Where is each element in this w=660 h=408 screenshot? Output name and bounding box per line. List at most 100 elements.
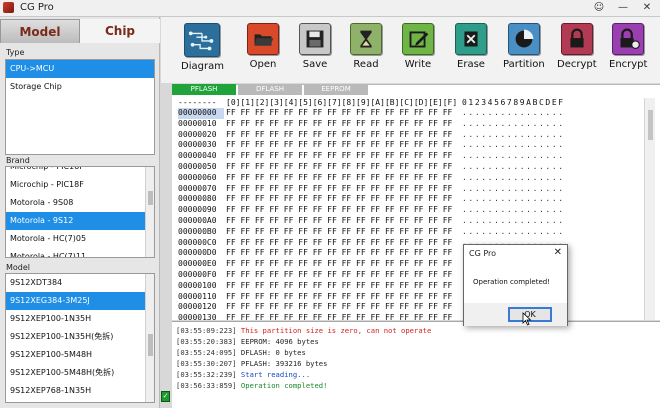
toolbar: Diagram Open Save Read Write Erase Parti… bbox=[161, 17, 660, 83]
list-item[interactable]: Microchip - PIC18F bbox=[6, 176, 154, 194]
list-item[interactable]: Motorola - HC(7)05 bbox=[6, 230, 154, 248]
write-button[interactable]: Write bbox=[402, 23, 434, 70]
dialog-footer: OK bbox=[464, 303, 567, 326]
partition-button[interactable]: Partition bbox=[503, 23, 545, 70]
list-item[interactable]: 9S12XEP100-1N35H(免拆) bbox=[6, 328, 154, 346]
minimize-button[interactable]: — bbox=[614, 1, 632, 15]
hex-byte-row[interactable]: FF FF FF FF FF FF FF FF FF FF FF FF FF F… bbox=[226, 194, 452, 205]
brand-scrollbar[interactable] bbox=[145, 167, 154, 257]
list-item[interactable]: Microchip - PIC16F bbox=[6, 167, 154, 176]
tab-eeprom[interactable]: EEPROM bbox=[304, 84, 368, 95]
hex-byte-row[interactable]: FF FF FF FF FF FF FF FF FF FF FF FF FF F… bbox=[226, 281, 452, 292]
hex-byte-row[interactable]: FF FF FF FF FF FF FF FF FF FF FF FF FF F… bbox=[226, 108, 452, 119]
table-row: 00000040 bbox=[178, 151, 224, 162]
close-button[interactable]: ✕ bbox=[638, 1, 656, 15]
user-icon[interactable]: ☺ bbox=[590, 1, 608, 15]
log-line: [03:56:33:859] Operation completed! bbox=[176, 380, 656, 391]
ascii-row: ................ bbox=[462, 172, 565, 182]
list-item[interactable]: 9S12XEP768-1N35H bbox=[6, 382, 154, 400]
list-item[interactable]: Motorola - HC(7)11 bbox=[6, 248, 154, 257]
ascii-row: ................ bbox=[462, 129, 565, 139]
log-line: [03:55:09:223] This partition size is ze… bbox=[176, 325, 656, 336]
tab-model[interactable]: Model bbox=[0, 19, 80, 43]
tab-pflash[interactable]: PFLASH bbox=[172, 84, 236, 95]
hex-byte-row[interactable]: FF FF FF FF FF FF FF FF FF FF FF FF FF F… bbox=[226, 173, 452, 184]
hex-byte-row[interactable]: FF FF FF FF FF FF FF FF FF FF FF FF FF F… bbox=[226, 205, 452, 216]
dialog-close-icon[interactable]: ✕ bbox=[554, 247, 562, 258]
table-row: 00000000 bbox=[178, 108, 224, 119]
hex-byte-row[interactable]: FF FF FF FF FF FF FF FF FF FF FF FF FF F… bbox=[226, 259, 452, 270]
hex-byte-row[interactable]: FF FF FF FF FF FF FF FF FF FF FF FF FF F… bbox=[226, 162, 452, 173]
list-item[interactable]: 9S12XEG384-3M25J bbox=[6, 292, 154, 310]
hex-byte-row[interactable]: FF FF FF FF FF FF FF FF FF FF FF FF FF F… bbox=[226, 292, 452, 303]
save-button[interactable]: Save bbox=[299, 23, 331, 70]
hex-scrollbar[interactable] bbox=[644, 98, 655, 320]
list-item[interactable]: 9S12XEP100-5M48H(免拆) bbox=[6, 364, 154, 382]
diagram-label: Diagram bbox=[181, 61, 224, 72]
model-list[interactable]: 9S12XDT384 9S12XEG384-3M25J 9S12XEP100-1… bbox=[5, 273, 155, 403]
ascii-row: ................ bbox=[462, 140, 565, 150]
list-item[interactable]: 9S12XEP100-1N35H bbox=[6, 310, 154, 328]
log-line: [03:55:30:207] PFLASH: 393216 bytes bbox=[176, 358, 656, 369]
tab-dflash[interactable]: DFLASH bbox=[238, 84, 302, 95]
encrypt-button[interactable]: Encrypt bbox=[609, 23, 647, 70]
hex-byte-row[interactable]: FF FF FF FF FF FF FF FF FF FF FF FF FF F… bbox=[226, 270, 452, 281]
list-item[interactable]: Motorola - 9S12 bbox=[6, 212, 154, 230]
type-label: Type bbox=[6, 48, 25, 57]
type-list[interactable]: CPU->MCU Storage Chip bbox=[5, 59, 155, 155]
log-message: PFLASH: 393216 bytes bbox=[240, 359, 328, 368]
log-line: [03:55:20:383] EEPROM: 4096 bytes bbox=[176, 336, 656, 347]
encrypt-label: Encrypt bbox=[609, 59, 648, 70]
ascii-row: ................ bbox=[462, 118, 565, 128]
ascii-row: ................ bbox=[462, 205, 565, 215]
model-scrollbar[interactable] bbox=[145, 274, 154, 402]
hex-byte-row[interactable]: FF FF FF FF FF FF FF FF FF FF FF FF FF F… bbox=[226, 216, 452, 227]
erase-button[interactable]: Erase bbox=[455, 23, 487, 70]
read-button[interactable]: Read bbox=[350, 23, 382, 70]
table-row: 000000F0 bbox=[178, 270, 224, 281]
scroll-thumb[interactable] bbox=[648, 110, 653, 140]
edit-pencil-icon bbox=[402, 23, 434, 55]
scroll-thumb[interactable] bbox=[148, 191, 153, 205]
hex-byte-row[interactable]: FF FF FF FF FF FF FF FF FF FF FF FF FF F… bbox=[226, 184, 452, 195]
save-label: Save bbox=[302, 59, 328, 70]
list-item[interactable]: Storage Chip bbox=[6, 78, 154, 96]
hex-byte-row[interactable]: FF FF FF FF FF FF FF FF FF FF FF FF FF F… bbox=[226, 302, 452, 313]
hex-address: 00000000 bbox=[178, 108, 224, 119]
table-row: 00000020 bbox=[178, 130, 224, 141]
hex-byte-row[interactable]: FF FF FF FF FF FF FF FF FF FF FF FF FF F… bbox=[226, 130, 452, 141]
log-message: This partition size is zero, can not ope… bbox=[240, 326, 432, 335]
brand-list[interactable]: Microchip - PIC16F Microchip - PIC18F Mo… bbox=[5, 166, 155, 258]
ascii-row: ................ bbox=[462, 183, 565, 193]
table-row: 00000030 bbox=[178, 140, 224, 151]
list-item[interactable]: 9S12XEP100-5M48H bbox=[6, 346, 154, 364]
open-button[interactable]: Open bbox=[247, 23, 279, 70]
hex-address: 000000C0 bbox=[178, 237, 217, 247]
open-label: Open bbox=[249, 59, 277, 70]
diagram-button[interactable]: Diagram bbox=[181, 23, 224, 72]
list-item[interactable]: Motorola - 9S08 bbox=[6, 194, 154, 212]
list-item[interactable]: CPU->MCU bbox=[6, 60, 154, 78]
hex-byte-row[interactable]: FF FF FF FF FF FF FF FF FF FF FF FF FF F… bbox=[226, 248, 452, 259]
scroll-thumb[interactable] bbox=[148, 334, 153, 356]
hex-byte-row[interactable]: FF FF FF FF FF FF FF FF FF FF FF FF FF F… bbox=[226, 227, 452, 238]
hex-bytes[interactable]: FF FF FF FF FF FF FF FF FF FF FF FF FF F… bbox=[226, 108, 452, 324]
table-row: 000000E0 bbox=[178, 259, 224, 270]
hex-byte-row[interactable]: FF FF FF FF FF FF FF FF FF FF FF FF FF F… bbox=[226, 140, 452, 151]
hex-byte-row[interactable]: FF FF FF FF FF FF FF FF FF FF FF FF FF F… bbox=[226, 238, 452, 249]
table-row: 000000A0 bbox=[178, 216, 224, 227]
dialog-title: CG Pro bbox=[469, 249, 497, 258]
decrypt-button[interactable]: Decrypt bbox=[557, 23, 597, 70]
ascii-column-header: 0123456789ABCDEF bbox=[462, 98, 565, 107]
tab-chip[interactable]: Chip bbox=[80, 19, 160, 43]
list-item[interactable]: 9S12XDT384 bbox=[6, 274, 154, 292]
hex-byte-row[interactable]: FF FF FF FF FF FF FF FF FF FF FF FF FF F… bbox=[226, 119, 452, 130]
table-row: 00000010 bbox=[178, 119, 224, 130]
ascii-row: ................ bbox=[462, 108, 565, 117]
hex-address: 00000020 bbox=[178, 129, 217, 139]
address-column: 00000000 00000010 00000020 00000030 00000040… bbox=[178, 108, 224, 324]
hex-address: 00000010 bbox=[178, 118, 217, 128]
hex-address: 00000110 bbox=[178, 291, 217, 301]
log-message: EEPROM: 4096 bytes bbox=[240, 337, 319, 346]
hex-byte-row[interactable]: FF FF FF FF FF FF FF FF FF FF FF FF FF F… bbox=[226, 151, 452, 162]
